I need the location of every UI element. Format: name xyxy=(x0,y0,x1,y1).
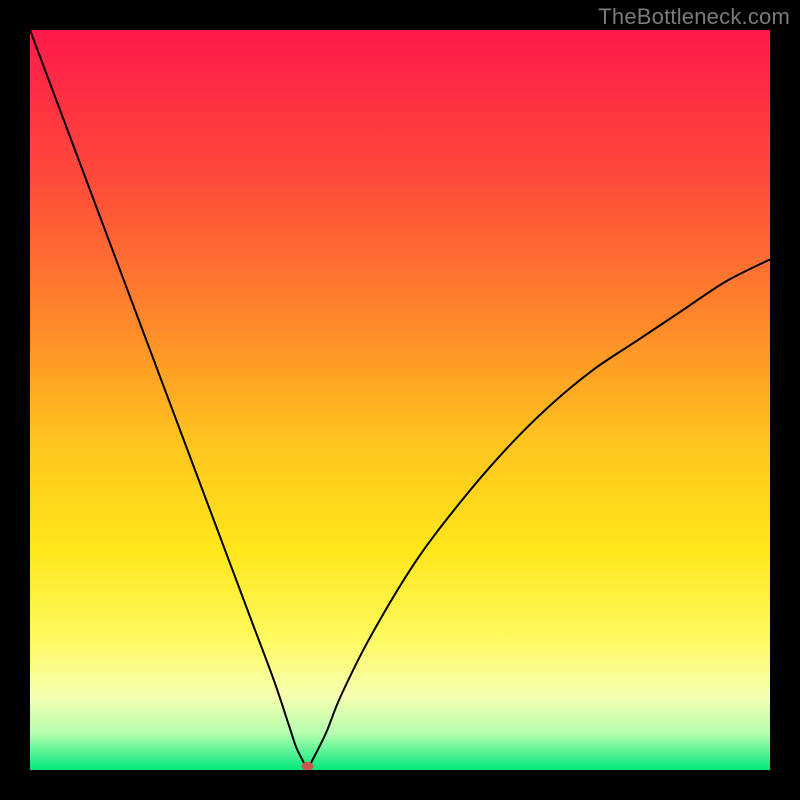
watermark-label: TheBottleneck.com xyxy=(598,4,790,30)
chart-svg xyxy=(30,30,770,770)
gradient-background xyxy=(30,30,770,770)
plot-area xyxy=(30,30,770,770)
chart-frame: TheBottleneck.com xyxy=(0,0,800,800)
